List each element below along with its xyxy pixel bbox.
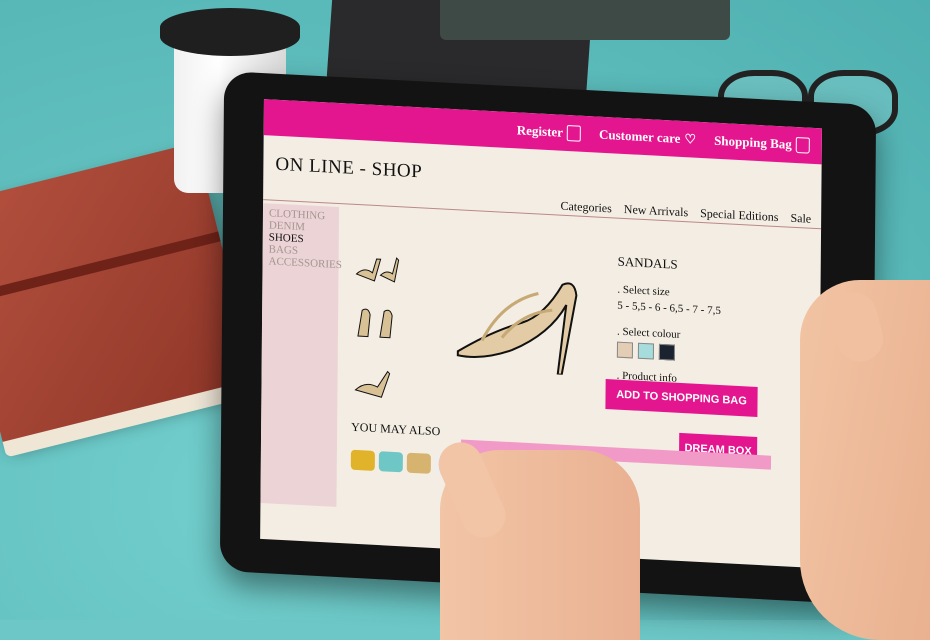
nav-categories[interactable]: Categories [560, 199, 611, 217]
cup-lid [160, 8, 300, 56]
register-label: Register [516, 122, 564, 140]
page-title: ON LINE - SHOP [275, 153, 423, 183]
main-product-image [452, 259, 583, 376]
you-may-also-heading: YOU MAY ALSO [351, 419, 441, 439]
thumbnail-1[interactable] [352, 244, 400, 288]
colour-swatch-aqua[interactable] [637, 342, 654, 360]
recommended-item[interactable] [406, 452, 431, 474]
nav-sale[interactable]: Sale [790, 211, 811, 227]
colour-swatch-black[interactable] [658, 343, 675, 361]
register-icon [566, 124, 582, 142]
product-thumbnails [351, 244, 403, 421]
green-book [440, 0, 730, 40]
sandal-thumbnail-image [355, 257, 400, 283]
thumbnail-2[interactable] [352, 302, 400, 346]
category-sidebar: CLOTHING DENIM SHOES BAGS ACCESSORIES [260, 203, 342, 507]
sandal-thumbnail-image [357, 308, 393, 339]
customer-care-link[interactable]: Customer care ♡ [599, 127, 696, 148]
handshake-heart-icon: ♡ [684, 131, 697, 147]
sidebar-item-accessories[interactable]: ACCESSORIES [268, 255, 341, 271]
shopping-bag-icon [795, 136, 810, 154]
shopping-bag-link[interactable]: Shopping Bag [714, 133, 810, 154]
category-nav: Categories New Arrivals Special Editions… [560, 199, 811, 227]
product-name: SANDALS [617, 253, 678, 272]
recommended-item[interactable] [350, 449, 375, 471]
recommended-item[interactable] [378, 451, 403, 473]
product-details: SANDALS . Select size 5 - 5,5 - 6 - 6,5 … [617, 254, 798, 395]
sandal-main-image [456, 282, 578, 376]
notebook-strap [0, 231, 221, 305]
sandal-thumbnail-image [354, 370, 391, 398]
thumbnail-3[interactable] [351, 360, 399, 404]
shopping-bag-label: Shopping Bag [714, 132, 792, 152]
colour-swatch-beige[interactable] [616, 341, 633, 359]
register-link[interactable]: Register [516, 122, 582, 142]
customer-care-label: Customer care [598, 126, 681, 146]
top-navigation-bar: Register Customer care ♡ Shopping Bag [263, 99, 822, 165]
